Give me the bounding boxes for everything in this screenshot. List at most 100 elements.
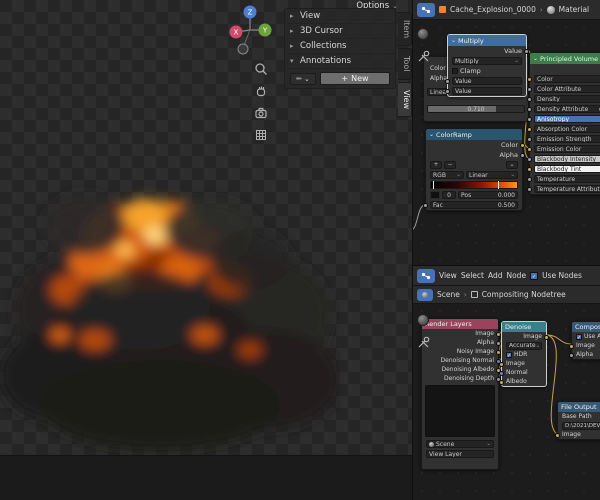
emission-color-field[interactable]: Emission Color	[534, 145, 600, 153]
pan-hand-icon[interactable]	[254, 84, 268, 98]
socket[interactable]	[527, 186, 532, 192]
tab-view[interactable]: View	[398, 81, 412, 117]
compositor-editor[interactable]: View Select Add Node ✓ Use Nodes Scene ›…	[412, 265, 600, 500]
prefilter-dropdown[interactable]: Accurate ⌄	[506, 341, 542, 350]
blackbody-tint-swatch[interactable]: Blackbody Tint	[534, 165, 600, 173]
editor-type-button[interactable]	[417, 268, 435, 283]
denoise-node[interactable]: Denoise Image Accurate ⌄ ✓ HDR Image Norm…	[499, 321, 549, 387]
tab-item[interactable]: Item	[398, 12, 412, 47]
temperature-attribute-field[interactable]: Temperature Attributetemperature	[534, 185, 600, 193]
color-socket[interactable]	[520, 142, 525, 148]
navigation-gizmo[interactable]: Z X Y	[228, 2, 274, 66]
socket[interactable]	[527, 116, 532, 122]
scene-browse-button[interactable]	[417, 288, 433, 301]
emission-strength-field[interactable]: Emission Strength	[534, 135, 600, 143]
image-socket[interactable]	[499, 361, 504, 367]
image-socket[interactable]	[544, 334, 549, 340]
color-socket[interactable]	[527, 166, 532, 172]
shader-editor[interactable]: Cache_Explosion_0000 › Material Color Al…	[412, 0, 600, 265]
math-node[interactable]: ⌄ Multiply Value Multiply ⌄ Clamp Value	[445, 34, 529, 97]
colorramp-gradient[interactable]	[430, 181, 518, 189]
alpha-socket[interactable]	[520, 152, 525, 158]
3d-viewport[interactable]: Options ⌄ Z X Y ▸ View ▸ 3D Cursor ▸ Col…	[0, 0, 412, 455]
albedo-socket[interactable]	[499, 379, 504, 385]
interpolation-dropdown[interactable]: Linear ⌄	[466, 171, 518, 179]
color-socket[interactable]	[527, 76, 532, 82]
hdr-checkbox[interactable]: ✓	[506, 351, 512, 359]
file-output-header[interactable]: File Output	[558, 402, 600, 412]
blackbody-intensity-field[interactable]: Blackbody Intensity	[534, 155, 600, 163]
tab-tool[interactable]: Tool	[398, 48, 412, 80]
use-nodes-checkbox[interactable]: ✓	[530, 271, 539, 280]
color-socket[interactable]	[527, 146, 532, 152]
camera-view-icon[interactable]	[254, 106, 268, 120]
zoom-icon[interactable]	[254, 62, 268, 76]
value-socket[interactable]	[445, 88, 450, 94]
annotation-tool-button[interactable]: ✏ ⌄	[290, 72, 316, 85]
gradient-stop[interactable]	[433, 181, 434, 189]
stop-index-field[interactable]: 0	[442, 191, 456, 199]
composite-node[interactable]: Composite ✓ Use Alpha Image Alpha	[569, 321, 600, 360]
socket[interactable]	[527, 156, 532, 162]
volume-node-header[interactable]: ⌄ Principled Volume	[530, 53, 600, 64]
socket[interactable]	[527, 86, 532, 92]
image-socket[interactable]	[555, 432, 560, 438]
use-alpha-checkbox[interactable]: ✓	[576, 333, 582, 341]
absorption-color-field[interactable]: Absorption Color	[534, 125, 600, 133]
value-socket[interactable]	[524, 48, 529, 54]
tool-wrench-icon[interactable]	[417, 336, 430, 349]
panel-view[interactable]: ▸ View	[285, 9, 395, 24]
stop-color-swatch[interactable]	[430, 191, 440, 199]
collapse-icon[interactable]: ⌄	[533, 55, 538, 62]
color-socket[interactable]	[527, 126, 532, 132]
add-stop-button[interactable]: +	[430, 161, 442, 169]
clamp-checkbox[interactable]	[452, 68, 458, 74]
menu-select[interactable]: Select	[461, 271, 484, 280]
colorramp-node-header[interactable]: ⌄ ColorRamp	[426, 129, 522, 140]
color-attribute-field[interactable]: Color Attribute	[534, 85, 600, 93]
ortho-grid-icon[interactable]	[254, 128, 268, 142]
menu-add[interactable]: Add	[488, 271, 503, 280]
color-field[interactable]: Color	[534, 75, 600, 83]
base-path-field[interactable]: D:\2021\DEV\BL_S	[562, 421, 600, 430]
composite-header[interactable]: Composite	[572, 322, 600, 332]
socket[interactable]	[527, 106, 532, 112]
color-mode-dropdown[interactable]: RGB ⌄	[430, 171, 464, 179]
value1-field[interactable]: Value	[452, 77, 522, 85]
shading-sphere-icon[interactable]	[417, 28, 429, 40]
fac-field[interactable]: Fac 0.500	[430, 201, 518, 209]
image-socket[interactable]	[569, 343, 574, 349]
principled-volume-node[interactable]: ⌄ Principled Volume Volume Color Color A…	[527, 52, 600, 195]
alpha-socket[interactable]	[569, 352, 574, 358]
temperature-field[interactable]: Temperature	[534, 175, 600, 183]
shading-sphere-icon[interactable]	[417, 314, 429, 326]
render-layers-node[interactable]: Render Layers Image Alpha Noisy Image De…	[421, 318, 501, 470]
panel-collections[interactable]: ▸ Collections	[285, 39, 395, 54]
value2-field[interactable]: Value	[452, 87, 522, 95]
socket[interactable]	[527, 176, 532, 182]
math-node-header[interactable]: ⌄ Multiply	[448, 35, 526, 46]
collapse-icon[interactable]: ⌄	[451, 37, 456, 44]
stop-position-field[interactable]: Pos 0.000	[458, 191, 518, 199]
menu-node[interactable]: Node	[506, 271, 526, 280]
view-layer-selector[interactable]: View Layer	[426, 450, 494, 458]
value-slider[interactable]: 0.710	[427, 105, 525, 113]
ramp-options-button[interactable]: ⌄	[506, 161, 518, 169]
density-attribute-field[interactable]: Density Attributedensity	[534, 105, 600, 113]
value-socket[interactable]	[445, 78, 450, 84]
collapse-icon[interactable]: ⌄	[429, 131, 434, 138]
normal-socket[interactable]	[499, 370, 504, 376]
file-output-node[interactable]: File Output Base Path D:\2021\DEV\BL_S I…	[555, 401, 600, 440]
editor-type-button[interactable]	[417, 2, 435, 17]
density-field[interactable]: Density	[534, 95, 600, 103]
operation-dropdown[interactable]: Multiply ⌄	[452, 57, 522, 65]
remove-stop-button[interactable]: −	[444, 161, 456, 169]
anisotropy-field[interactable]: Anisotropy	[534, 115, 600, 123]
panel-annotations[interactable]: ▾ Annotations	[285, 54, 395, 69]
socket[interactable]	[527, 96, 532, 102]
socket[interactable]	[527, 136, 532, 142]
menu-view[interactable]: View	[439, 271, 457, 280]
annotation-new-button[interactable]: + New	[320, 72, 390, 85]
colorramp-node[interactable]: ⌄ ColorRamp Color Alpha + − ⌄ RGB ⌄ Line…	[423, 128, 525, 211]
scene-selector[interactable]: Scene ⌄	[426, 440, 494, 448]
